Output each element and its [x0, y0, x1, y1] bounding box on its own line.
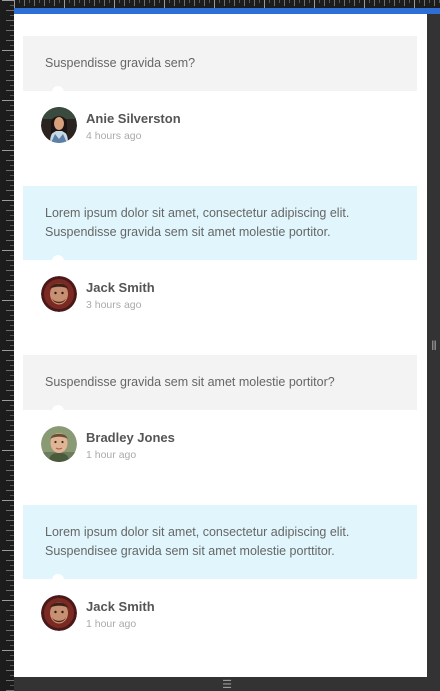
comment-bubble: Lorem ipsum dolor sit amet, consectetur … — [23, 505, 417, 586]
comment-timestamp: 1 hour ago — [86, 618, 137, 630]
comment-text-line: Lorem ipsum dolor sit amet, consectetur … — [45, 206, 350, 220]
resize-handle-right[interactable]: ||| — [427, 14, 440, 677]
author-name[interactable]: Jack Smith — [86, 280, 155, 295]
comment-bubble: Suspendisse gravida sem sit amet molesti… — [23, 355, 417, 417]
bubble-pointer — [52, 574, 64, 586]
bubble-pointer — [52, 405, 64, 417]
bubble-pointer — [52, 255, 64, 267]
author-name[interactable]: Bradley Jones — [86, 430, 175, 445]
bubble-pointer — [52, 86, 64, 98]
comment-bubble: Lorem ipsum dolor sit amet, consectetur … — [23, 186, 417, 267]
comment-item: Suspendisse gravida sem sit amet molesti… — [23, 355, 417, 462]
resize-handle-bottom[interactable]: ☰ — [14, 677, 440, 691]
comment-item: Suspendisse gravida sem? Anie Silverston… — [23, 36, 417, 143]
man-avatar-icon — [41, 595, 77, 631]
comment-text-line: Lorem ipsum dolor sit amet, consectetur … — [45, 525, 350, 539]
resize-grip-icon: ||| — [431, 340, 437, 351]
comment-text-line: Suspendisse gravida sem sit amet molesti… — [45, 225, 331, 239]
vertical-ruler — [0, 0, 14, 691]
horizontal-ruler — [14, 0, 440, 14]
comment-author: Anie Silverston 4 hours ago — [41, 107, 417, 143]
comment-author: Jack Smith 3 hours ago — [41, 276, 417, 312]
comment-item: Lorem ipsum dolor sit amet, consectetur … — [23, 505, 417, 631]
avatar[interactable] — [41, 426, 77, 462]
comment-text-line: Suspendisee gravida sem sit amet molesti… — [45, 544, 335, 558]
comment-author: Bradley Jones 1 hour ago — [41, 426, 417, 462]
preview-viewport: Suspendisse gravida sem? Anie Silverston… — [14, 14, 427, 677]
comment-timestamp: 4 hours ago — [86, 130, 142, 142]
woman-avatar-icon — [41, 107, 77, 143]
comment-author: Jack Smith 1 hour ago — [41, 595, 417, 631]
comment-bubble: Suspendisse gravida sem? — [23, 36, 417, 98]
comment-timestamp: 3 hours ago — [86, 299, 142, 311]
avatar[interactable] — [41, 276, 77, 312]
man-avatar-icon — [41, 276, 77, 312]
avatar[interactable] — [41, 595, 77, 631]
comment-timestamp: 1 hour ago — [86, 449, 137, 461]
comment-text-line: Suspendisse gravida sem sit amet molesti… — [45, 375, 335, 389]
resize-grip-icon: ☰ — [222, 678, 232, 691]
avatar[interactable] — [41, 107, 77, 143]
comment-item: Lorem ipsum dolor sit amet, consectetur … — [23, 186, 417, 312]
man-avatar-icon — [41, 426, 77, 462]
author-name[interactable]: Anie Silverston — [86, 111, 181, 126]
author-name[interactable]: Jack Smith — [86, 599, 155, 614]
comment-text-line: Suspendisse gravida sem? — [45, 56, 196, 70]
